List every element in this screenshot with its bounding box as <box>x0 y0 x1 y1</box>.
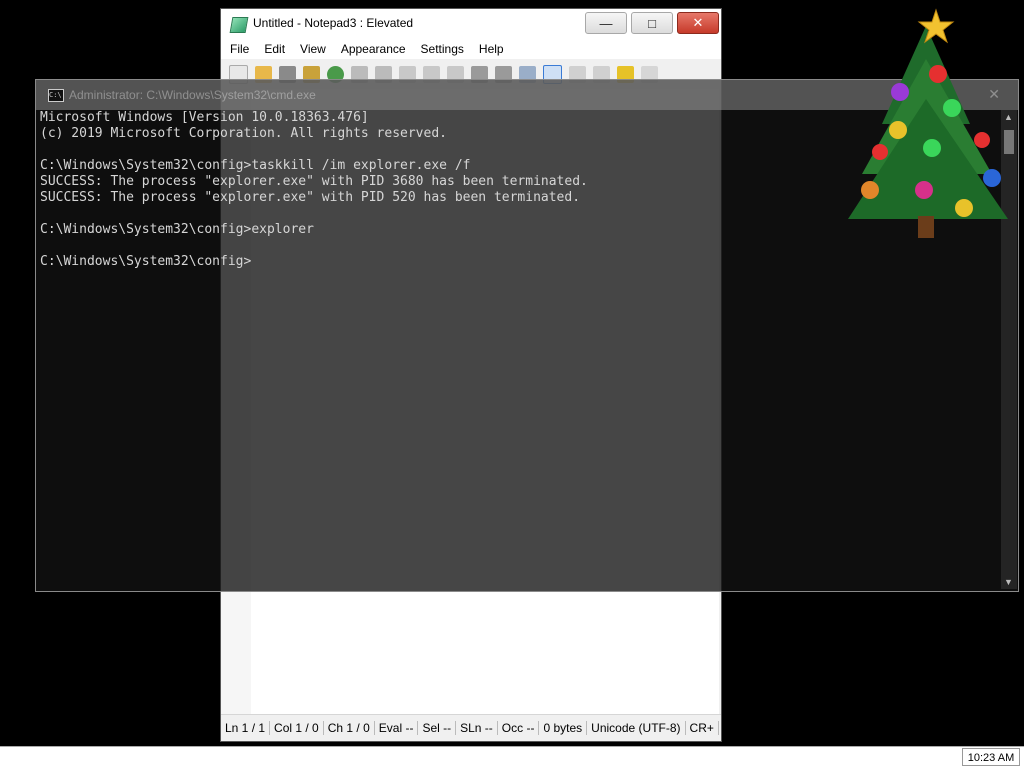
status-char: Ch 1 / 0 <box>324 721 375 735</box>
notepad3-window-title: Untitled - Notepad3 : Elevated <box>253 16 414 30</box>
status-encoding[interactable]: Unicode (UTF-8) <box>587 721 686 735</box>
taskbar: 10:23 AM <box>0 746 1024 769</box>
notepad3-titlebar[interactable]: Untitled - Notepad3 : Elevated — □ ✕ <box>221 9 721 40</box>
status-selected-lines: SLn -- <box>456 721 498 735</box>
status-eol[interactable]: CR+ <box>686 721 719 735</box>
cmd-app-icon: C:\ <box>48 89 64 102</box>
christmas-tree-icon <box>848 8 1008 238</box>
notepad3-app-icon <box>229 17 249 33</box>
close-button[interactable]: ✕ <box>677 12 719 34</box>
status-selection: Sel -- <box>418 721 457 735</box>
status-eval: Eval -- <box>375 721 419 735</box>
status-file-size: 0 bytes <box>539 721 588 735</box>
menu-appearance[interactable]: Appearance <box>332 42 412 56</box>
status-occurrences: Occ -- <box>498 721 540 735</box>
menu-settings[interactable]: Settings <box>412 42 470 56</box>
menu-edit[interactable]: Edit <box>255 42 291 56</box>
maximize-button[interactable]: □ <box>631 12 673 34</box>
maximize-icon: □ <box>648 15 656 31</box>
menu-help[interactable]: Help <box>470 42 510 56</box>
notepad3-statusbar: Ln 1 / 1 Col 1 / 0 Ch 1 / 0 Eval -- Sel … <box>221 714 721 741</box>
menu-file[interactable]: File <box>221 42 255 56</box>
minimize-icon: — <box>599 15 613 31</box>
status-line: Ln 1 / 1 <box>221 721 271 735</box>
menu-view[interactable]: View <box>291 42 332 56</box>
cmd-window-title: Administrator: C:\Windows\System32\cmd.e… <box>69 88 316 102</box>
notepad3-menubar: File Edit View Appearance Settings Help <box>221 39 721 59</box>
close-icon: ✕ <box>692 15 704 30</box>
minimize-button[interactable]: — <box>585 12 627 34</box>
status-column: Col 1 / 0 <box>270 721 324 735</box>
scroll-down-icon[interactable]: ▼ <box>1004 577 1013 587</box>
console-prompt: C:\Windows\System32\config> <box>40 254 252 269</box>
taskbar-clock[interactable]: 10:23 AM <box>962 748 1020 766</box>
